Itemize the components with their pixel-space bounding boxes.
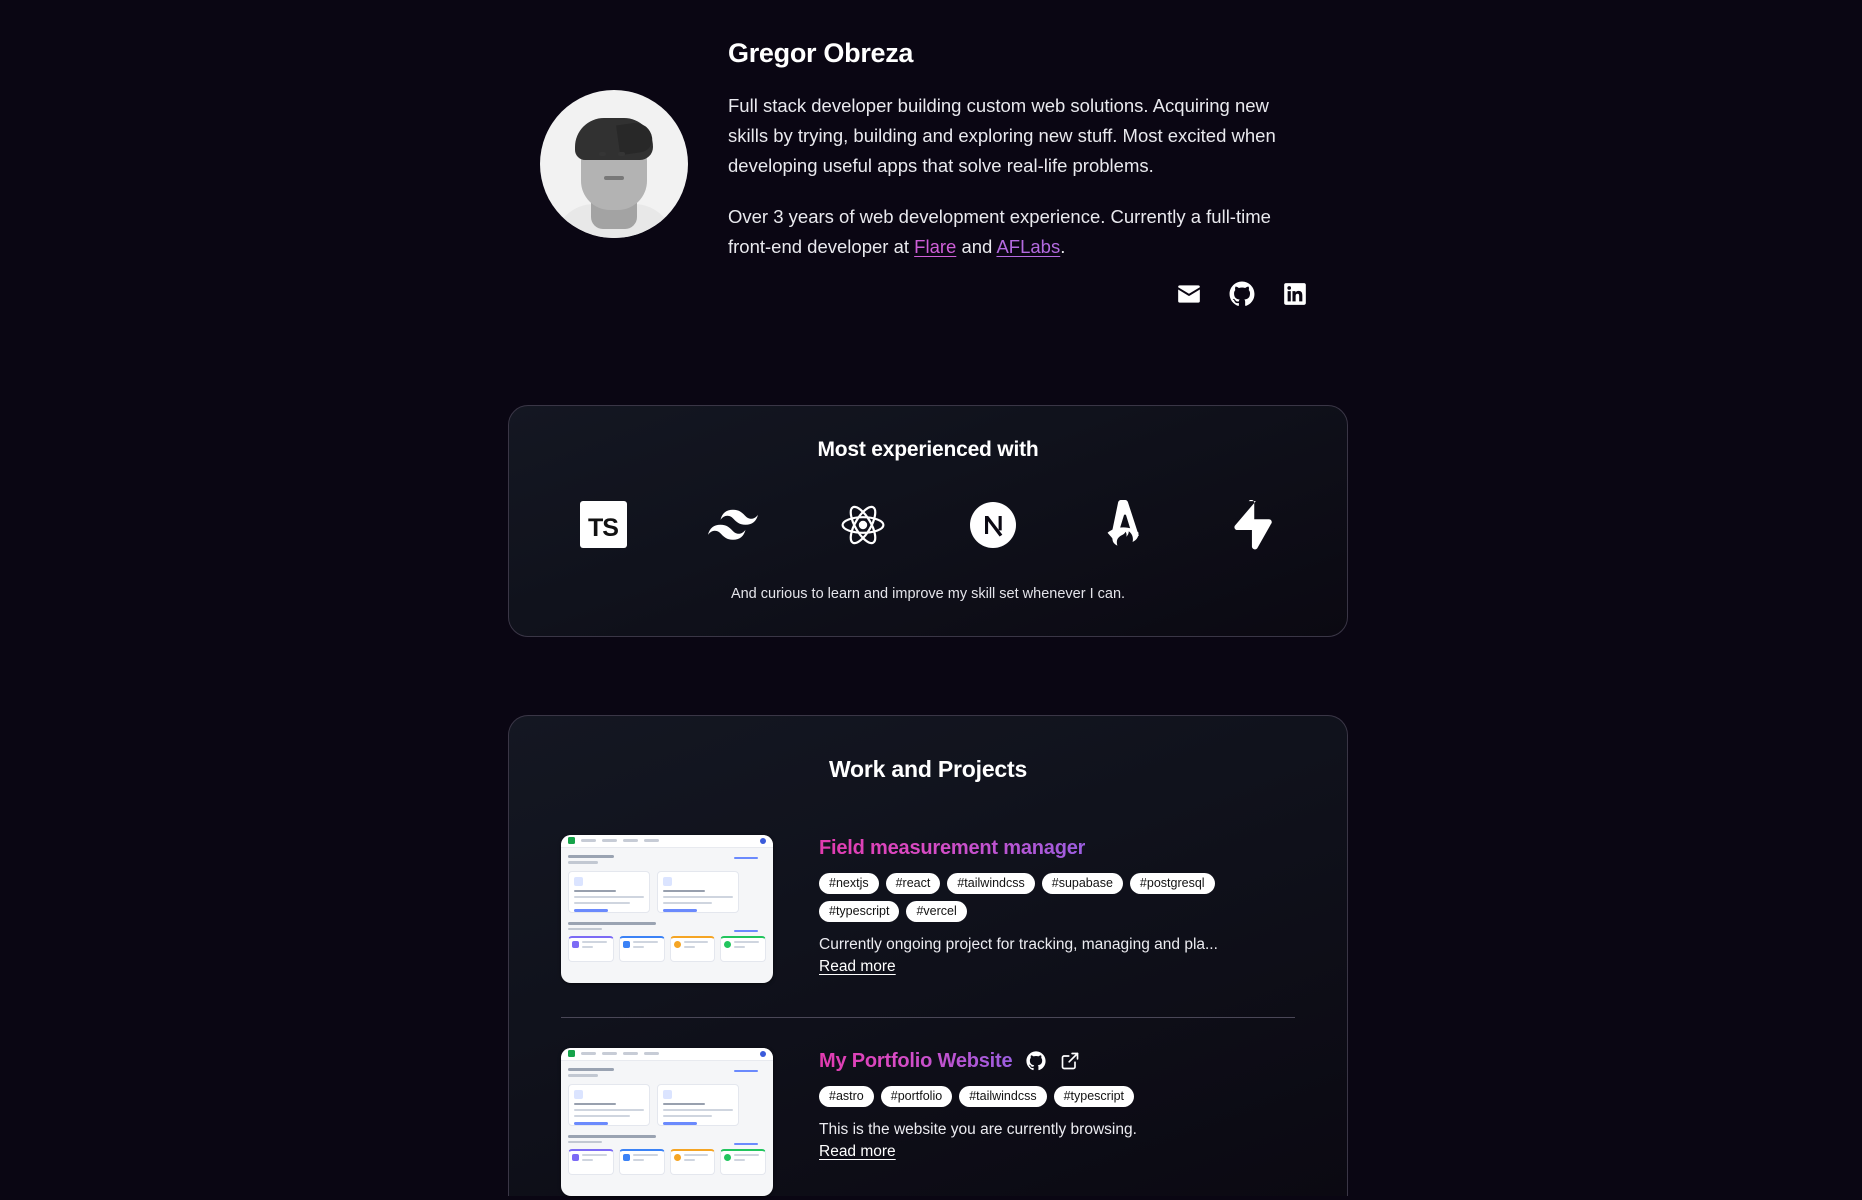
nextjs-icon[interactable] bbox=[968, 500, 1018, 550]
skills-card: Most experienced with TS And curious to … bbox=[508, 404, 1348, 637]
page-title: Gregor Obreza bbox=[728, 38, 914, 68]
project-tag[interactable]: #astro bbox=[819, 1085, 874, 1107]
project-tag[interactable]: #supabase bbox=[1041, 872, 1123, 894]
social-links bbox=[728, 281, 1308, 307]
astro-icon[interactable] bbox=[1098, 499, 1148, 550]
react-icon[interactable] bbox=[838, 500, 888, 550]
read-more-link[interactable]: Read more bbox=[819, 1143, 896, 1161]
github-icon[interactable] bbox=[1026, 1051, 1047, 1071]
project-title[interactable]: My Portfolio Website bbox=[819, 1050, 1013, 1073]
hero-section: Gregor Obreza Full stack developer build… bbox=[540, 0, 1380, 307]
project-divider bbox=[561, 1016, 1295, 1018]
projects-card: Work and Projects Field measurement mana… bbox=[508, 714, 1348, 1196]
hero-text-column: Gregor Obreza Full stack developer build… bbox=[728, 34, 1380, 307]
project-tags: #astro #portfolio #tailwindcss #typescri… bbox=[819, 1085, 1239, 1107]
email-icon[interactable] bbox=[1176, 281, 1202, 307]
hero-paragraph-1: Full stack developer building custom web… bbox=[728, 95, 1276, 176]
tailwindcss-icon[interactable] bbox=[708, 500, 758, 550]
project-thumbnail[interactable] bbox=[561, 834, 773, 983]
project-header: My Portfolio Website bbox=[819, 1050, 1295, 1073]
avatar bbox=[540, 90, 688, 238]
project-tag[interactable]: #vercel bbox=[906, 900, 967, 922]
project-tag[interactable]: #typescript bbox=[819, 900, 900, 922]
project-title[interactable]: Field measurement manager bbox=[819, 837, 1085, 860]
skills-icon-row: TS bbox=[509, 499, 1347, 550]
skills-note: And curious to learn and improve my skil… bbox=[730, 585, 1126, 602]
project-info: Field measurement manager #nextjs #react… bbox=[819, 835, 1295, 976]
project-item: My Portfolio Website #astro #portfolio #… bbox=[509, 1047, 1347, 1196]
hero-paragraph-2-after: . bbox=[1060, 235, 1066, 257]
project-description: Currently ongoing project for tracking, … bbox=[819, 935, 1218, 953]
project-tag[interactable]: #postgresql bbox=[1129, 872, 1215, 894]
project-tag[interactable]: #portfolio bbox=[880, 1085, 953, 1107]
project-thumbnail[interactable] bbox=[561, 1047, 773, 1196]
external-link-icon[interactable] bbox=[1060, 1051, 1080, 1071]
project-tag[interactable]: #nextjs bbox=[819, 872, 879, 894]
project-tag[interactable]: #typescript bbox=[1053, 1085, 1135, 1107]
hero-paragraph-2-middle: and bbox=[956, 235, 997, 257]
skills-title: Most experienced with bbox=[817, 437, 1039, 461]
typescript-glyph: TS bbox=[588, 514, 619, 543]
hero-paragraph-2: Over 3 years of web development experien… bbox=[728, 202, 1308, 262]
project-tag[interactable]: #tailwindcss bbox=[959, 1085, 1047, 1107]
flare-link[interactable]: Flare bbox=[914, 236, 956, 257]
github-icon[interactable] bbox=[1229, 281, 1255, 307]
typescript-icon[interactable]: TS bbox=[578, 500, 628, 550]
aflabs-link[interactable]: AFLabs bbox=[996, 236, 1060, 257]
linkedin-icon[interactable] bbox=[1282, 281, 1308, 307]
portfolio-page: Gregor Obreza Full stack developer build… bbox=[0, 0, 1862, 1200]
project-description: This is the website you are currently br… bbox=[819, 1120, 1137, 1138]
supabase-icon[interactable] bbox=[1228, 499, 1278, 550]
avatar-container bbox=[540, 34, 688, 238]
project-header: Field measurement manager bbox=[819, 837, 1295, 860]
project-tag[interactable]: #react bbox=[885, 872, 941, 894]
projects-title: Work and Projects bbox=[828, 755, 1028, 782]
read-more-link[interactable]: Read more bbox=[819, 958, 896, 976]
project-tag[interactable]: #tailwindcss bbox=[947, 872, 1035, 894]
project-tags: #nextjs #react #tailwindcss #supabase #p… bbox=[819, 872, 1239, 922]
project-item: Field measurement manager #nextjs #react… bbox=[509, 834, 1347, 983]
project-info: My Portfolio Website #astro #portfolio #… bbox=[819, 1048, 1295, 1161]
